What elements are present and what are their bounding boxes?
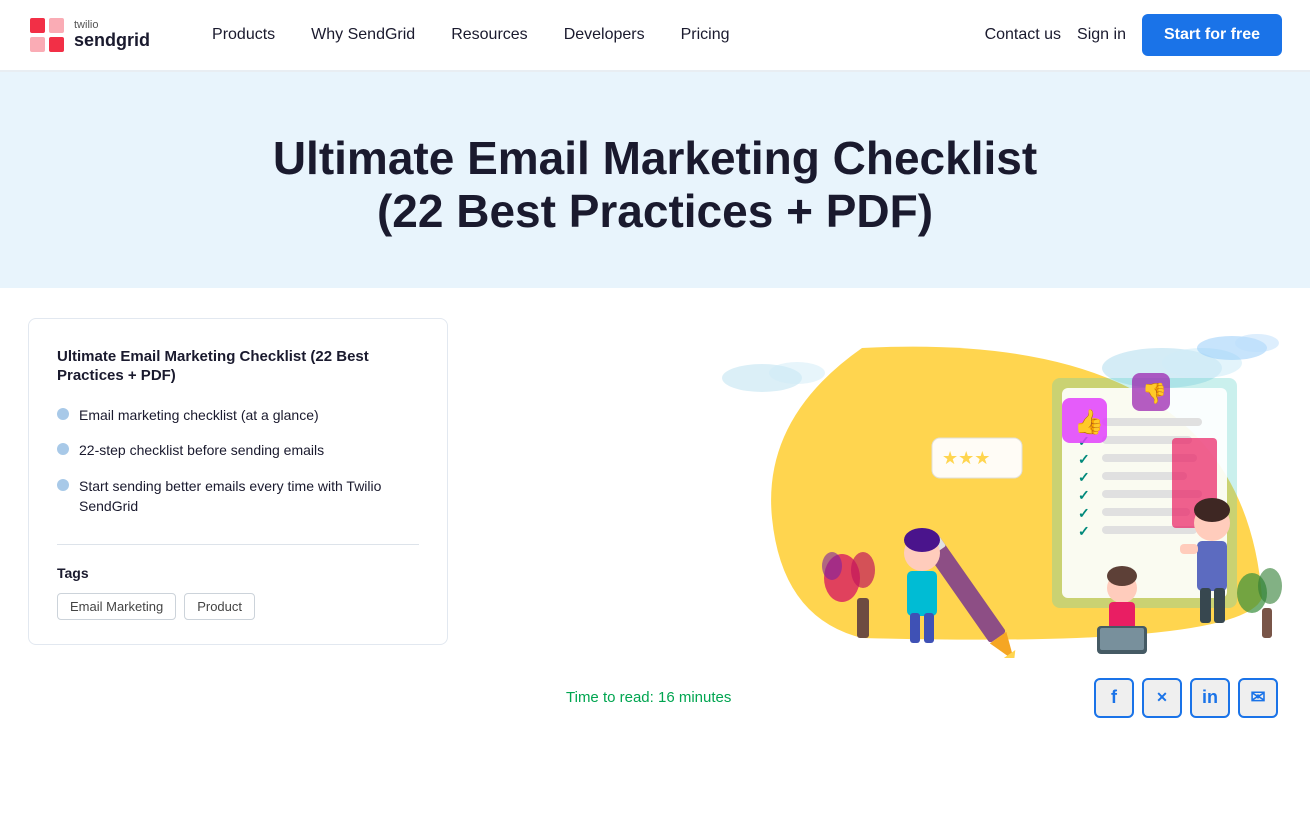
logo-sendgrid: sendgrid xyxy=(74,31,150,51)
linkedin-icon: in xyxy=(1202,687,1218,708)
nav-why-sendgrid[interactable]: Why SendGrid xyxy=(297,18,429,52)
svg-text:✓: ✓ xyxy=(1078,505,1090,521)
toc-list: Email marketing checklist (at a glance) … xyxy=(57,406,419,516)
nav-products[interactable]: Products xyxy=(198,18,289,52)
linkedin-share-button[interactable]: in xyxy=(1190,678,1230,718)
hero-illustration: ✓ ✓ ✓ ✓ ✓ ✓ ✓ xyxy=(562,318,1282,658)
hero-section: Ultimate Email Marketing Checklist (22 B… xyxy=(0,72,1310,318)
logo[interactable]: twilio sendgrid xyxy=(28,16,150,54)
svg-text:👍: 👍 xyxy=(1074,408,1104,436)
svg-text:👎: 👎 xyxy=(1142,382,1167,405)
email-share-button[interactable]: ✉ xyxy=(1238,678,1278,718)
svg-text:✓: ✓ xyxy=(1078,523,1090,539)
nav-resources[interactable]: Resources xyxy=(437,18,541,52)
toc-item-3-label: Start sending better emails every time w… xyxy=(79,477,419,516)
hero-title: Ultimate Email Marketing Checklist (22 B… xyxy=(255,132,1055,238)
nav-signin[interactable]: Sign in xyxy=(1077,26,1126,44)
toc-item-3[interactable]: Start sending better emails every time w… xyxy=(57,477,419,516)
facebook-share-button[interactable]: f xyxy=(1094,678,1134,718)
nav-contact[interactable]: Contact us xyxy=(985,26,1061,44)
sidebar-card: Ultimate Email Marketing Checklist (22 B… xyxy=(28,318,448,645)
logo-text: twilio sendgrid xyxy=(74,19,150,51)
nav-pricing[interactable]: Pricing xyxy=(667,18,744,52)
toc-item-2-label: 22-step checklist before sending emails xyxy=(79,441,324,461)
navbar: twilio sendgrid Products Why SendGrid Re… xyxy=(0,0,1310,72)
facebook-icon: f xyxy=(1111,687,1117,708)
twitter-icon: ✕ xyxy=(1156,689,1168,706)
tags-row: Email Marketing Product xyxy=(57,593,419,620)
social-icons: f ✕ in ✉ xyxy=(1094,678,1278,718)
divider xyxy=(57,544,419,545)
start-for-free-button[interactable]: Start for free xyxy=(1142,14,1282,56)
toc-item-1-label: Email marketing checklist (at a glance) xyxy=(79,406,319,426)
tag-product[interactable]: Product xyxy=(184,593,255,620)
nav-developers[interactable]: Developers xyxy=(550,18,659,52)
toc-dot-3 xyxy=(57,479,69,491)
nav-right: Contact us Sign in Start for free xyxy=(985,14,1282,56)
svg-text:✓: ✓ xyxy=(1078,487,1090,503)
toc-dot-1 xyxy=(57,408,69,420)
toc-item-2[interactable]: 22-step checklist before sending emails xyxy=(57,441,419,461)
svg-text:✓: ✓ xyxy=(1078,469,1090,485)
sidebar-title: Ultimate Email Marketing Checklist (22 B… xyxy=(57,347,419,386)
twitter-share-button[interactable]: ✕ xyxy=(1142,678,1182,718)
logo-icon xyxy=(28,16,66,54)
nav-links: Products Why SendGrid Resources Develope… xyxy=(198,18,985,52)
bottom-row: Time to read: 16 minutes f ✕ in ✉ xyxy=(562,678,1282,718)
read-time: Time to read: 16 minutes xyxy=(566,689,731,706)
illustration-area: ✓ ✓ ✓ ✓ ✓ ✓ ✓ xyxy=(448,288,1282,718)
illustration-wrapper: ✓ ✓ ✓ ✓ ✓ ✓ ✓ xyxy=(562,318,1282,658)
svg-text:★★★: ★★★ xyxy=(942,448,990,468)
toc-dot-2 xyxy=(57,443,69,455)
toc-item-1[interactable]: Email marketing checklist (at a glance) xyxy=(57,406,419,426)
content-area: Ultimate Email Marketing Checklist (22 B… xyxy=(0,288,1310,758)
svg-text:✓: ✓ xyxy=(1078,451,1090,467)
email-icon: ✉ xyxy=(1250,687,1265,708)
tag-email-marketing[interactable]: Email Marketing xyxy=(57,593,176,620)
tags-label: Tags xyxy=(57,565,419,581)
